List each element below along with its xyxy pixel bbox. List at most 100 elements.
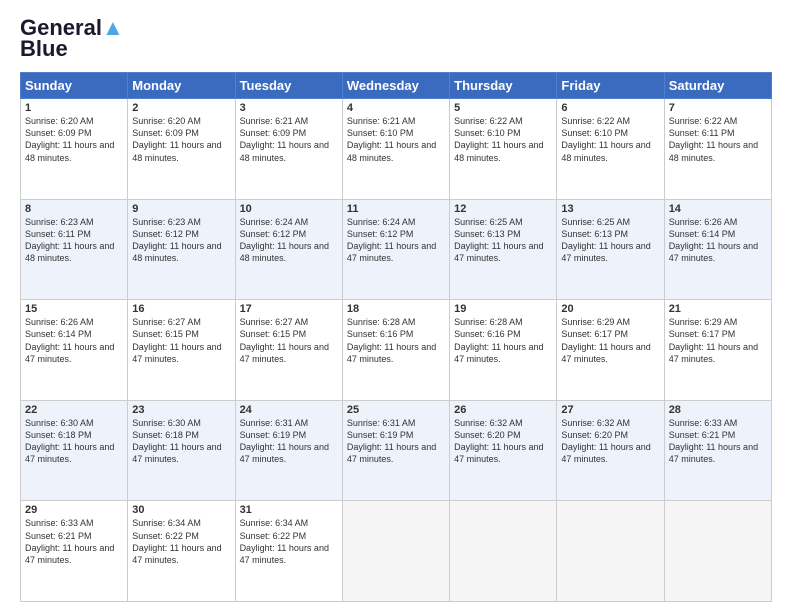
col-monday: Monday — [128, 73, 235, 99]
day-number: 10 — [240, 203, 338, 215]
table-row: 28 Sunrise: 6:33 AMSunset: 6:21 PMDayligh… — [664, 400, 771, 501]
day-info: Sunrise: 6:23 AMSunset: 6:12 PMDaylight:… — [132, 217, 221, 263]
day-info: Sunrise: 6:30 AMSunset: 6:18 PMDaylight:… — [25, 418, 114, 464]
table-row: 19 Sunrise: 6:28 AMSunset: 6:16 PMDayligh… — [450, 300, 557, 401]
day-number: 15 — [25, 303, 123, 315]
day-info: Sunrise: 6:30 AMSunset: 6:18 PMDaylight:… — [132, 418, 221, 464]
day-number: 29 — [25, 504, 123, 516]
day-info: Sunrise: 6:32 AMSunset: 6:20 PMDaylight:… — [454, 418, 543, 464]
logo-subtext: Blue — [20, 36, 68, 62]
day-number: 28 — [669, 404, 767, 416]
day-number: 19 — [454, 303, 552, 315]
day-info: Sunrise: 6:29 AMSunset: 6:17 PMDaylight:… — [561, 317, 650, 363]
day-info: Sunrise: 6:31 AMSunset: 6:19 PMDaylight:… — [240, 418, 329, 464]
day-number: 24 — [240, 404, 338, 416]
table-row: 8 Sunrise: 6:23 AMSunset: 6:11 PMDaylight… — [21, 199, 128, 300]
day-number: 21 — [669, 303, 767, 315]
day-info: Sunrise: 6:32 AMSunset: 6:20 PMDaylight:… — [561, 418, 650, 464]
table-row — [450, 501, 557, 602]
day-number: 9 — [132, 203, 230, 215]
day-info: Sunrise: 6:24 AMSunset: 6:12 PMDaylight:… — [347, 217, 436, 263]
col-sunday: Sunday — [21, 73, 128, 99]
table-row: 29Sunrise: 6:33 AMSunset: 6:21 PMDayligh… — [21, 501, 128, 602]
day-number: 22 — [25, 404, 123, 416]
table-row: 25 Sunrise: 6:31 AMSunset: 6:19 PMDayligh… — [342, 400, 449, 501]
day-number: 7 — [669, 102, 767, 114]
calendar: Sunday Monday Tuesday Wednesday Thursday… — [20, 72, 772, 602]
day-info: Sunrise: 6:28 AMSunset: 6:16 PMDaylight:… — [347, 317, 436, 363]
day-number: 8 — [25, 203, 123, 215]
table-row: 20 Sunrise: 6:29 AMSunset: 6:17 PMDayligh… — [557, 300, 664, 401]
day-number: 11 — [347, 203, 445, 215]
day-info: Sunrise: 6:24 AMSunset: 6:12 PMDaylight:… — [240, 217, 329, 263]
table-row: 22 Sunrise: 6:30 AMSunset: 6:18 PMDayligh… — [21, 400, 128, 501]
table-row — [664, 501, 771, 602]
table-row: 14 Sunrise: 6:26 AMSunset: 6:14 PMDayligh… — [664, 199, 771, 300]
day-info: Sunrise: 6:26 AMSunset: 6:14 PMDaylight:… — [669, 217, 758, 263]
day-number: 4 — [347, 102, 445, 114]
table-row: 24 Sunrise: 6:31 AMSunset: 6:19 PMDayligh… — [235, 400, 342, 501]
day-number: 6 — [561, 102, 659, 114]
day-info: Sunrise: 6:34 AMSunset: 6:22 PMDaylight:… — [240, 518, 329, 564]
day-info: Sunrise: 6:33 AMSunset: 6:21 PMDaylight:… — [669, 418, 758, 464]
table-row: 12 Sunrise: 6:25 AMSunset: 6:13 PMDayligh… — [450, 199, 557, 300]
day-info: Sunrise: 6:27 AMSunset: 6:15 PMDaylight:… — [132, 317, 221, 363]
day-number: 23 — [132, 404, 230, 416]
table-row — [342, 501, 449, 602]
day-number: 16 — [132, 303, 230, 315]
day-info: Sunrise: 6:20 AMSunset: 6:09 PMDaylight:… — [25, 116, 114, 162]
table-row: 3 Sunrise: 6:21 AMSunset: 6:09 PMDaylight… — [235, 99, 342, 200]
day-number: 13 — [561, 203, 659, 215]
table-row: 21 Sunrise: 6:29 AMSunset: 6:17 PMDayligh… — [664, 300, 771, 401]
day-number: 14 — [669, 203, 767, 215]
day-number: 17 — [240, 303, 338, 315]
col-saturday: Saturday — [664, 73, 771, 99]
table-row: 17 Sunrise: 6:27 AMSunset: 6:15 PMDayligh… — [235, 300, 342, 401]
day-number: 30 — [132, 504, 230, 516]
header: General▲ Blue — [20, 16, 772, 62]
day-number: 5 — [454, 102, 552, 114]
day-number: 26 — [454, 404, 552, 416]
day-info: Sunrise: 6:29 AMSunset: 6:17 PMDaylight:… — [669, 317, 758, 363]
day-number: 25 — [347, 404, 445, 416]
col-wednesday: Wednesday — [342, 73, 449, 99]
day-info: Sunrise: 6:26 AMSunset: 6:14 PMDaylight:… — [25, 317, 114, 363]
day-info: Sunrise: 6:23 AMSunset: 6:11 PMDaylight:… — [25, 217, 114, 263]
logo: General▲ Blue — [20, 16, 124, 62]
day-info: Sunrise: 6:22 AMSunset: 6:11 PMDaylight:… — [669, 116, 758, 162]
day-number: 2 — [132, 102, 230, 114]
col-thursday: Thursday — [450, 73, 557, 99]
table-row — [557, 501, 664, 602]
table-row: 2 Sunrise: 6:20 AMSunset: 6:09 PMDaylight… — [128, 99, 235, 200]
day-info: Sunrise: 6:31 AMSunset: 6:19 PMDaylight:… — [347, 418, 436, 464]
table-row: 6 Sunrise: 6:22 AMSunset: 6:10 PMDaylight… — [557, 99, 664, 200]
table-row: 7 Sunrise: 6:22 AMSunset: 6:11 PMDaylight… — [664, 99, 771, 200]
day-info: Sunrise: 6:20 AMSunset: 6:09 PMDaylight:… — [132, 116, 221, 162]
day-number: 27 — [561, 404, 659, 416]
day-info: Sunrise: 6:28 AMSunset: 6:16 PMDaylight:… — [454, 317, 543, 363]
day-info: Sunrise: 6:34 AMSunset: 6:22 PMDaylight:… — [132, 518, 221, 564]
table-row: 5 Sunrise: 6:22 AMSunset: 6:10 PMDaylight… — [450, 99, 557, 200]
col-tuesday: Tuesday — [235, 73, 342, 99]
table-row: 1 Sunrise: 6:20 AMSunset: 6:09 PMDaylight… — [21, 99, 128, 200]
table-row: 11 Sunrise: 6:24 AMSunset: 6:12 PMDayligh… — [342, 199, 449, 300]
day-info: Sunrise: 6:22 AMSunset: 6:10 PMDaylight:… — [561, 116, 650, 162]
table-row: 9 Sunrise: 6:23 AMSunset: 6:12 PMDaylight… — [128, 199, 235, 300]
day-number: 1 — [25, 102, 123, 114]
table-row: 23 Sunrise: 6:30 AMSunset: 6:18 PMDayligh… — [128, 400, 235, 501]
day-number: 20 — [561, 303, 659, 315]
day-info: Sunrise: 6:25 AMSunset: 6:13 PMDaylight:… — [561, 217, 650, 263]
table-row: 31 Sunrise: 6:34 AMSunset: 6:22 PMDayligh… — [235, 501, 342, 602]
col-friday: Friday — [557, 73, 664, 99]
table-row: 26 Sunrise: 6:32 AMSunset: 6:20 PMDayligh… — [450, 400, 557, 501]
day-info: Sunrise: 6:27 AMSunset: 6:15 PMDaylight:… — [240, 317, 329, 363]
day-number: 31 — [240, 504, 338, 516]
table-row: 27 Sunrise: 6:32 AMSunset: 6:20 PMDayligh… — [557, 400, 664, 501]
table-row: 16 Sunrise: 6:27 AMSunset: 6:15 PMDayligh… — [128, 300, 235, 401]
table-row: 18Sunrise: 6:28 AMSunset: 6:16 PMDayligh… — [342, 300, 449, 401]
day-number: 3 — [240, 102, 338, 114]
day-number: 12 — [454, 203, 552, 215]
day-info: Sunrise: 6:25 AMSunset: 6:13 PMDaylight:… — [454, 217, 543, 263]
day-info: Sunrise: 6:22 AMSunset: 6:10 PMDaylight:… — [454, 116, 543, 162]
day-info: Sunrise: 6:21 AMSunset: 6:09 PMDaylight:… — [240, 116, 329, 162]
